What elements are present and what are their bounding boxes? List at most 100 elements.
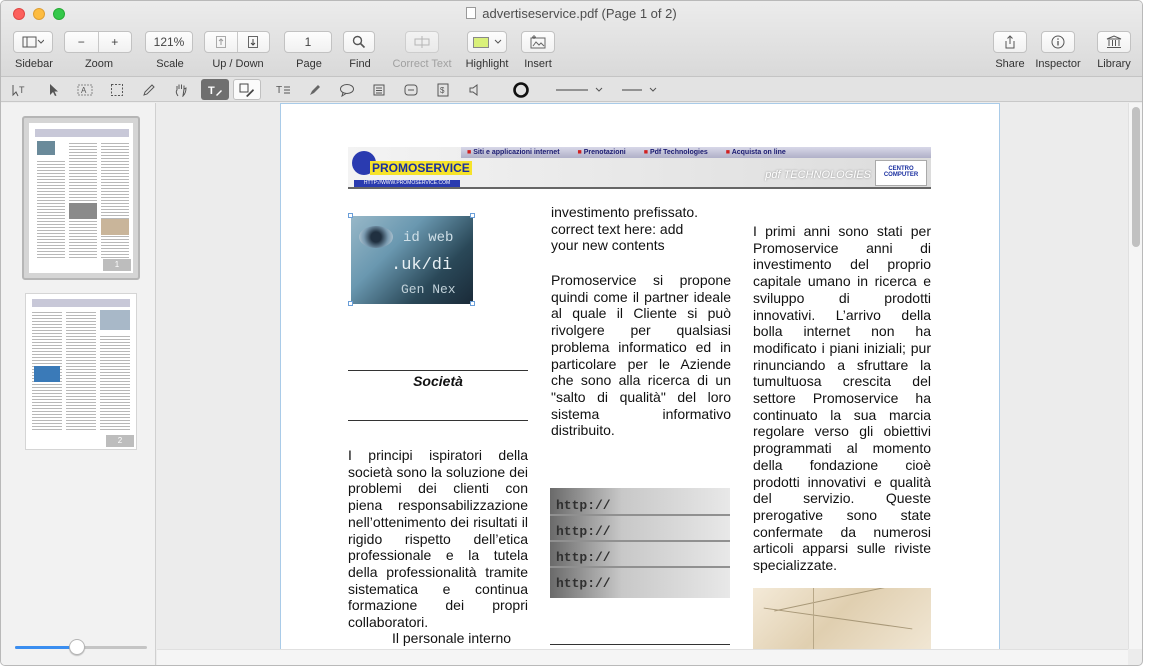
line-style-dropdown[interactable] xyxy=(553,79,605,100)
arrow-up-icon xyxy=(215,36,226,48)
note-icon xyxy=(373,84,385,95)
highlight-color-swatch xyxy=(472,36,489,48)
column-3-text[interactable]: I primi anni sono stati per Promoservice… xyxy=(753,223,931,574)
inspector-toolbar-group: Inspector xyxy=(1035,31,1081,70)
rect-select-tool[interactable] xyxy=(103,79,131,100)
chevron-down-icon xyxy=(494,39,501,44)
page-up-button[interactable] xyxy=(205,32,237,52)
column-1-text[interactable]: I principi ispiratori della società sono… xyxy=(348,447,528,631)
correct-text-button[interactable] xyxy=(405,31,439,53)
zoom-in-button[interactable]: + xyxy=(97,32,132,52)
highlighter-tool[interactable] xyxy=(301,79,329,100)
inspector-button[interactable] xyxy=(1041,31,1075,53)
pen-edit-icon xyxy=(239,83,254,97)
pdf-document-icon xyxy=(466,7,477,19)
banner-nav-item[interactable]: Siti e applicazioni internet xyxy=(467,149,559,156)
link-icon xyxy=(404,84,418,95)
arrow-select-tool[interactable] xyxy=(39,79,67,100)
library-button[interactable] xyxy=(1097,31,1131,53)
zoom-toolbar-group: − + Zoom xyxy=(64,31,134,70)
library-icon xyxy=(1106,35,1122,48)
pdf-technologies-logo: pdf TECHNOLOGIES xyxy=(765,169,871,181)
find-toolbar-group: Find xyxy=(343,31,377,70)
thumbnail-size-slider[interactable] xyxy=(15,639,147,655)
column-2-intro[interactable]: investimento prefissato. correct text he… xyxy=(551,204,731,254)
correct-text-label: Correct Text xyxy=(392,58,452,70)
text-select-icon: A xyxy=(77,84,93,95)
pencil-icon xyxy=(143,83,155,96)
scale-field[interactable]: 121% xyxy=(145,31,193,53)
text-edit-tool[interactable]: T xyxy=(201,79,229,100)
page-banner: Siti e applicazioni internet Prenotazion… xyxy=(348,147,931,189)
banner-nav-item[interactable]: Acquista on line xyxy=(726,149,786,156)
resize-handle[interactable] xyxy=(348,213,353,218)
pencil-tool[interactable] xyxy=(135,79,163,100)
speech-bubble-tool[interactable] xyxy=(333,79,361,100)
sound-tool[interactable] xyxy=(461,79,489,100)
text-box-tool[interactable]: T xyxy=(269,79,297,100)
vertical-scrollbar[interactable] xyxy=(1128,103,1142,649)
divider xyxy=(550,644,730,645)
inspector-label: Inspector xyxy=(1035,58,1081,70)
text-select-tool[interactable]: A xyxy=(71,79,99,100)
horizontal-scrollbar[interactable] xyxy=(157,649,1128,665)
resize-handle[interactable] xyxy=(470,301,475,306)
slider-knob[interactable] xyxy=(69,639,86,655)
zoom-out-button[interactable]: − xyxy=(65,32,98,52)
page-down-button[interactable] xyxy=(236,32,270,52)
column-1-text-continued[interactable]: Il personale interno xyxy=(392,630,528,647)
line-width-icon xyxy=(622,87,657,92)
library-label: Library xyxy=(1097,58,1131,70)
share-label: Share xyxy=(995,58,1025,70)
library-toolbar-group: Library xyxy=(1093,31,1135,70)
svg-text:T: T xyxy=(276,85,282,96)
image-http-line: http:// xyxy=(556,498,611,513)
page-label: Page xyxy=(296,58,322,70)
highlight-button[interactable] xyxy=(467,31,507,53)
blueprint-image[interactable] xyxy=(753,588,931,649)
text-edit-icon: T xyxy=(208,85,222,97)
stroke-color-control[interactable] xyxy=(507,79,535,100)
share-toolbar-group: Share xyxy=(991,31,1029,70)
share-button[interactable] xyxy=(993,31,1027,53)
sidebar-button[interactable] xyxy=(13,31,53,53)
share-icon xyxy=(1005,35,1015,49)
link-tool[interactable] xyxy=(397,79,425,100)
document-viewport[interactable]: Siti e applicazioni internet Prenotazion… xyxy=(157,103,1127,649)
note-tool[interactable] xyxy=(365,79,393,100)
highlight-label: Highlight xyxy=(465,58,509,70)
pen-edit-tool[interactable] xyxy=(233,79,261,100)
image-code-line: id web xyxy=(403,230,454,246)
vertical-scroll-thumb[interactable] xyxy=(1132,107,1140,247)
column-2-text[interactable]: Promoservice si propone quindi come il p… xyxy=(551,272,731,439)
http-browser-image[interactable]: http:// http:// http:// http:// xyxy=(550,488,730,598)
line-width-dropdown[interactable] xyxy=(619,79,661,100)
scale-toolbar-group: 121% Scale xyxy=(145,31,195,70)
page-badge-2: 2 xyxy=(106,435,134,447)
page-thumbnail-1-image: 1 xyxy=(28,122,134,274)
page-thumbnail-2[interactable]: 2 xyxy=(25,293,137,450)
resize-handle[interactable] xyxy=(470,213,475,218)
hand-tool[interactable] xyxy=(167,79,195,100)
zoom-segmented: − + xyxy=(64,31,132,53)
page-thumbnail-1[interactable]: 1 xyxy=(22,116,140,280)
svg-text:A: A xyxy=(81,86,87,95)
svg-text:T: T xyxy=(208,85,215,97)
page-number-field[interactable]: 1 xyxy=(284,31,332,53)
insert-toolbar-group: Insert xyxy=(519,31,557,70)
text-selection-tool[interactable]: T xyxy=(5,79,33,100)
resize-handle[interactable] xyxy=(348,301,353,306)
image-http-line: http:// xyxy=(556,550,611,565)
image-code-line: .uk/di xyxy=(391,256,453,275)
banner-nav-item[interactable]: Prenotazioni xyxy=(578,149,626,156)
banner-nav-item[interactable]: Pdf Technologies xyxy=(644,149,708,156)
find-button[interactable] xyxy=(343,31,375,53)
eye-code-image[interactable]: id web .uk/di Gen Nex xyxy=(351,216,473,304)
stamp-tool[interactable]: $ xyxy=(429,79,457,100)
thumbnail-sidebar: 1 2 xyxy=(1,103,156,665)
column-2-line: correct text here: add xyxy=(551,220,684,237)
image-http-line: http:// xyxy=(556,524,611,539)
promoservice-logo: PROMOSERVICE xyxy=(370,161,472,175)
insert-button[interactable] xyxy=(521,31,555,53)
sidebar-label: Sidebar xyxy=(15,58,53,70)
